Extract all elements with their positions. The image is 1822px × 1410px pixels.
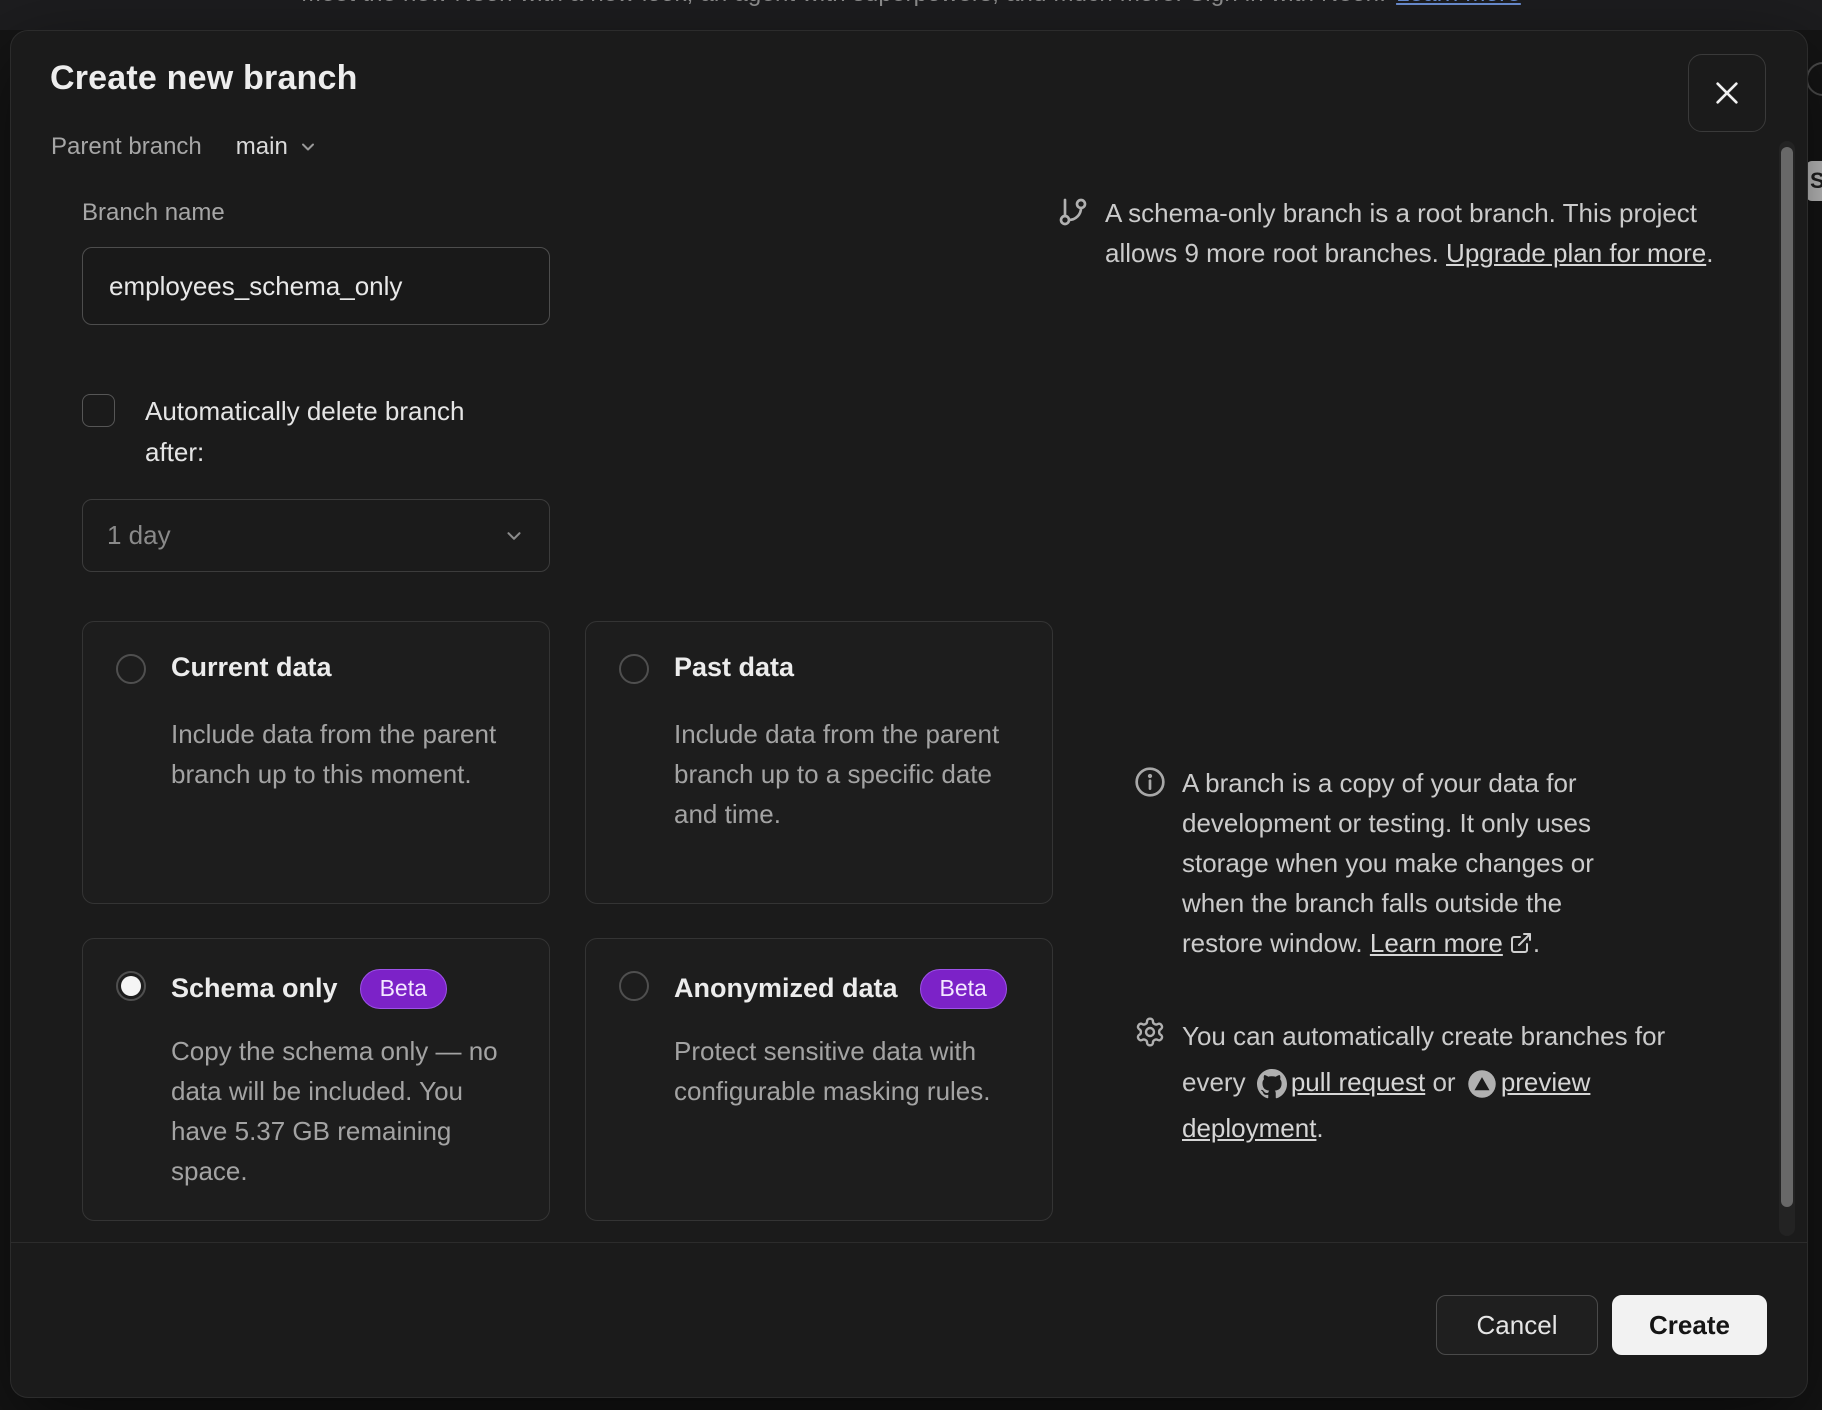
cancel-button[interactable]: Cancel	[1436, 1295, 1598, 1355]
option-title: Past data	[674, 652, 794, 683]
branch-icon	[1057, 196, 1089, 228]
page-title: Create new branch	[50, 59, 358, 98]
vercel-icon	[1467, 1069, 1497, 1099]
option-title: Anonymized data	[674, 973, 898, 1004]
option-card-schema-only[interactable]: Schema only Beta Copy the schema only — …	[82, 938, 550, 1221]
option-card-anonymized-data[interactable]: Anonymized data Beta Protect sensitive d…	[585, 938, 1053, 1221]
promo-banner: Meet the new Neon with a new look, an ag…	[0, 0, 1822, 30]
option-card-current-data[interactable]: Current data Include data from the paren…	[82, 621, 550, 904]
background-badge-sliver: S	[1806, 161, 1822, 201]
banner-learn-more-link[interactable]: Learn more	[1396, 0, 1521, 7]
parent-branch-label: Parent branch	[51, 133, 202, 161]
auto-delete-row: Automatically delete branch after:	[82, 391, 502, 473]
background-avatar-sliver	[1806, 62, 1822, 96]
ttl-selected-value: 1 day	[107, 520, 171, 551]
footer-divider	[11, 1242, 1807, 1243]
radio-schema-only[interactable]	[116, 971, 146, 1001]
auto-delete-label: Automatically delete branch after:	[145, 391, 502, 473]
scrollbar-track[interactable]	[1779, 141, 1795, 1236]
parent-branch-select[interactable]: main	[236, 133, 318, 161]
radio-current-data[interactable]	[116, 654, 146, 684]
scrollbar-thumb[interactable]	[1781, 147, 1793, 1207]
option-card-past-data[interactable]: Past data Include data from the parent b…	[585, 621, 1053, 904]
option-description: Copy the schema only — no data will be i…	[171, 1031, 507, 1191]
create-button[interactable]: Create	[1612, 1295, 1767, 1355]
branch-info-note: A branch is a copy of your data for deve…	[1182, 763, 1627, 963]
branch-name-input[interactable]	[82, 247, 550, 325]
promo-banner-text: Meet the new Neon with a new look, an ag…	[301, 0, 1521, 8]
info-icon	[1134, 766, 1166, 798]
github-icon	[1257, 1069, 1287, 1099]
branch-name-label: Branch name	[82, 199, 225, 227]
automation-note: You can automatically create branches fo…	[1182, 1013, 1672, 1151]
chevron-down-icon	[298, 137, 318, 157]
external-link-icon	[1509, 931, 1533, 955]
parent-branch-value: main	[236, 133, 288, 161]
chevron-down-icon	[503, 525, 525, 547]
radio-past-data[interactable]	[619, 654, 649, 684]
schema-only-note: A schema-only branch is a root branch. T…	[1105, 193, 1755, 273]
ttl-select[interactable]: 1 day	[82, 499, 550, 572]
pull-request-link[interactable]: pull request	[1291, 1067, 1425, 1097]
option-description: Protect sensitive data with configurable…	[674, 1031, 1010, 1111]
option-description: Include data from the parent branch up t…	[674, 714, 1010, 834]
close-button[interactable]	[1688, 54, 1766, 132]
option-description: Include data from the parent branch up t…	[171, 714, 507, 794]
beta-badge: Beta	[360, 969, 447, 1009]
auto-delete-checkbox[interactable]	[82, 394, 115, 427]
option-title: Schema only	[171, 973, 338, 1004]
upgrade-plan-link[interactable]: Upgrade plan for more	[1446, 238, 1706, 268]
create-branch-dialog: Create new branch Parent branch main Bra…	[10, 30, 1808, 1398]
parent-branch-row: Parent branch main	[51, 133, 318, 161]
radio-anonymized-data[interactable]	[619, 971, 649, 1001]
learn-more-link[interactable]: Learn more	[1370, 928, 1503, 958]
gear-icon	[1134, 1016, 1166, 1048]
close-icon	[1711, 77, 1743, 109]
beta-badge: Beta	[920, 969, 1007, 1009]
option-title: Current data	[171, 652, 332, 683]
